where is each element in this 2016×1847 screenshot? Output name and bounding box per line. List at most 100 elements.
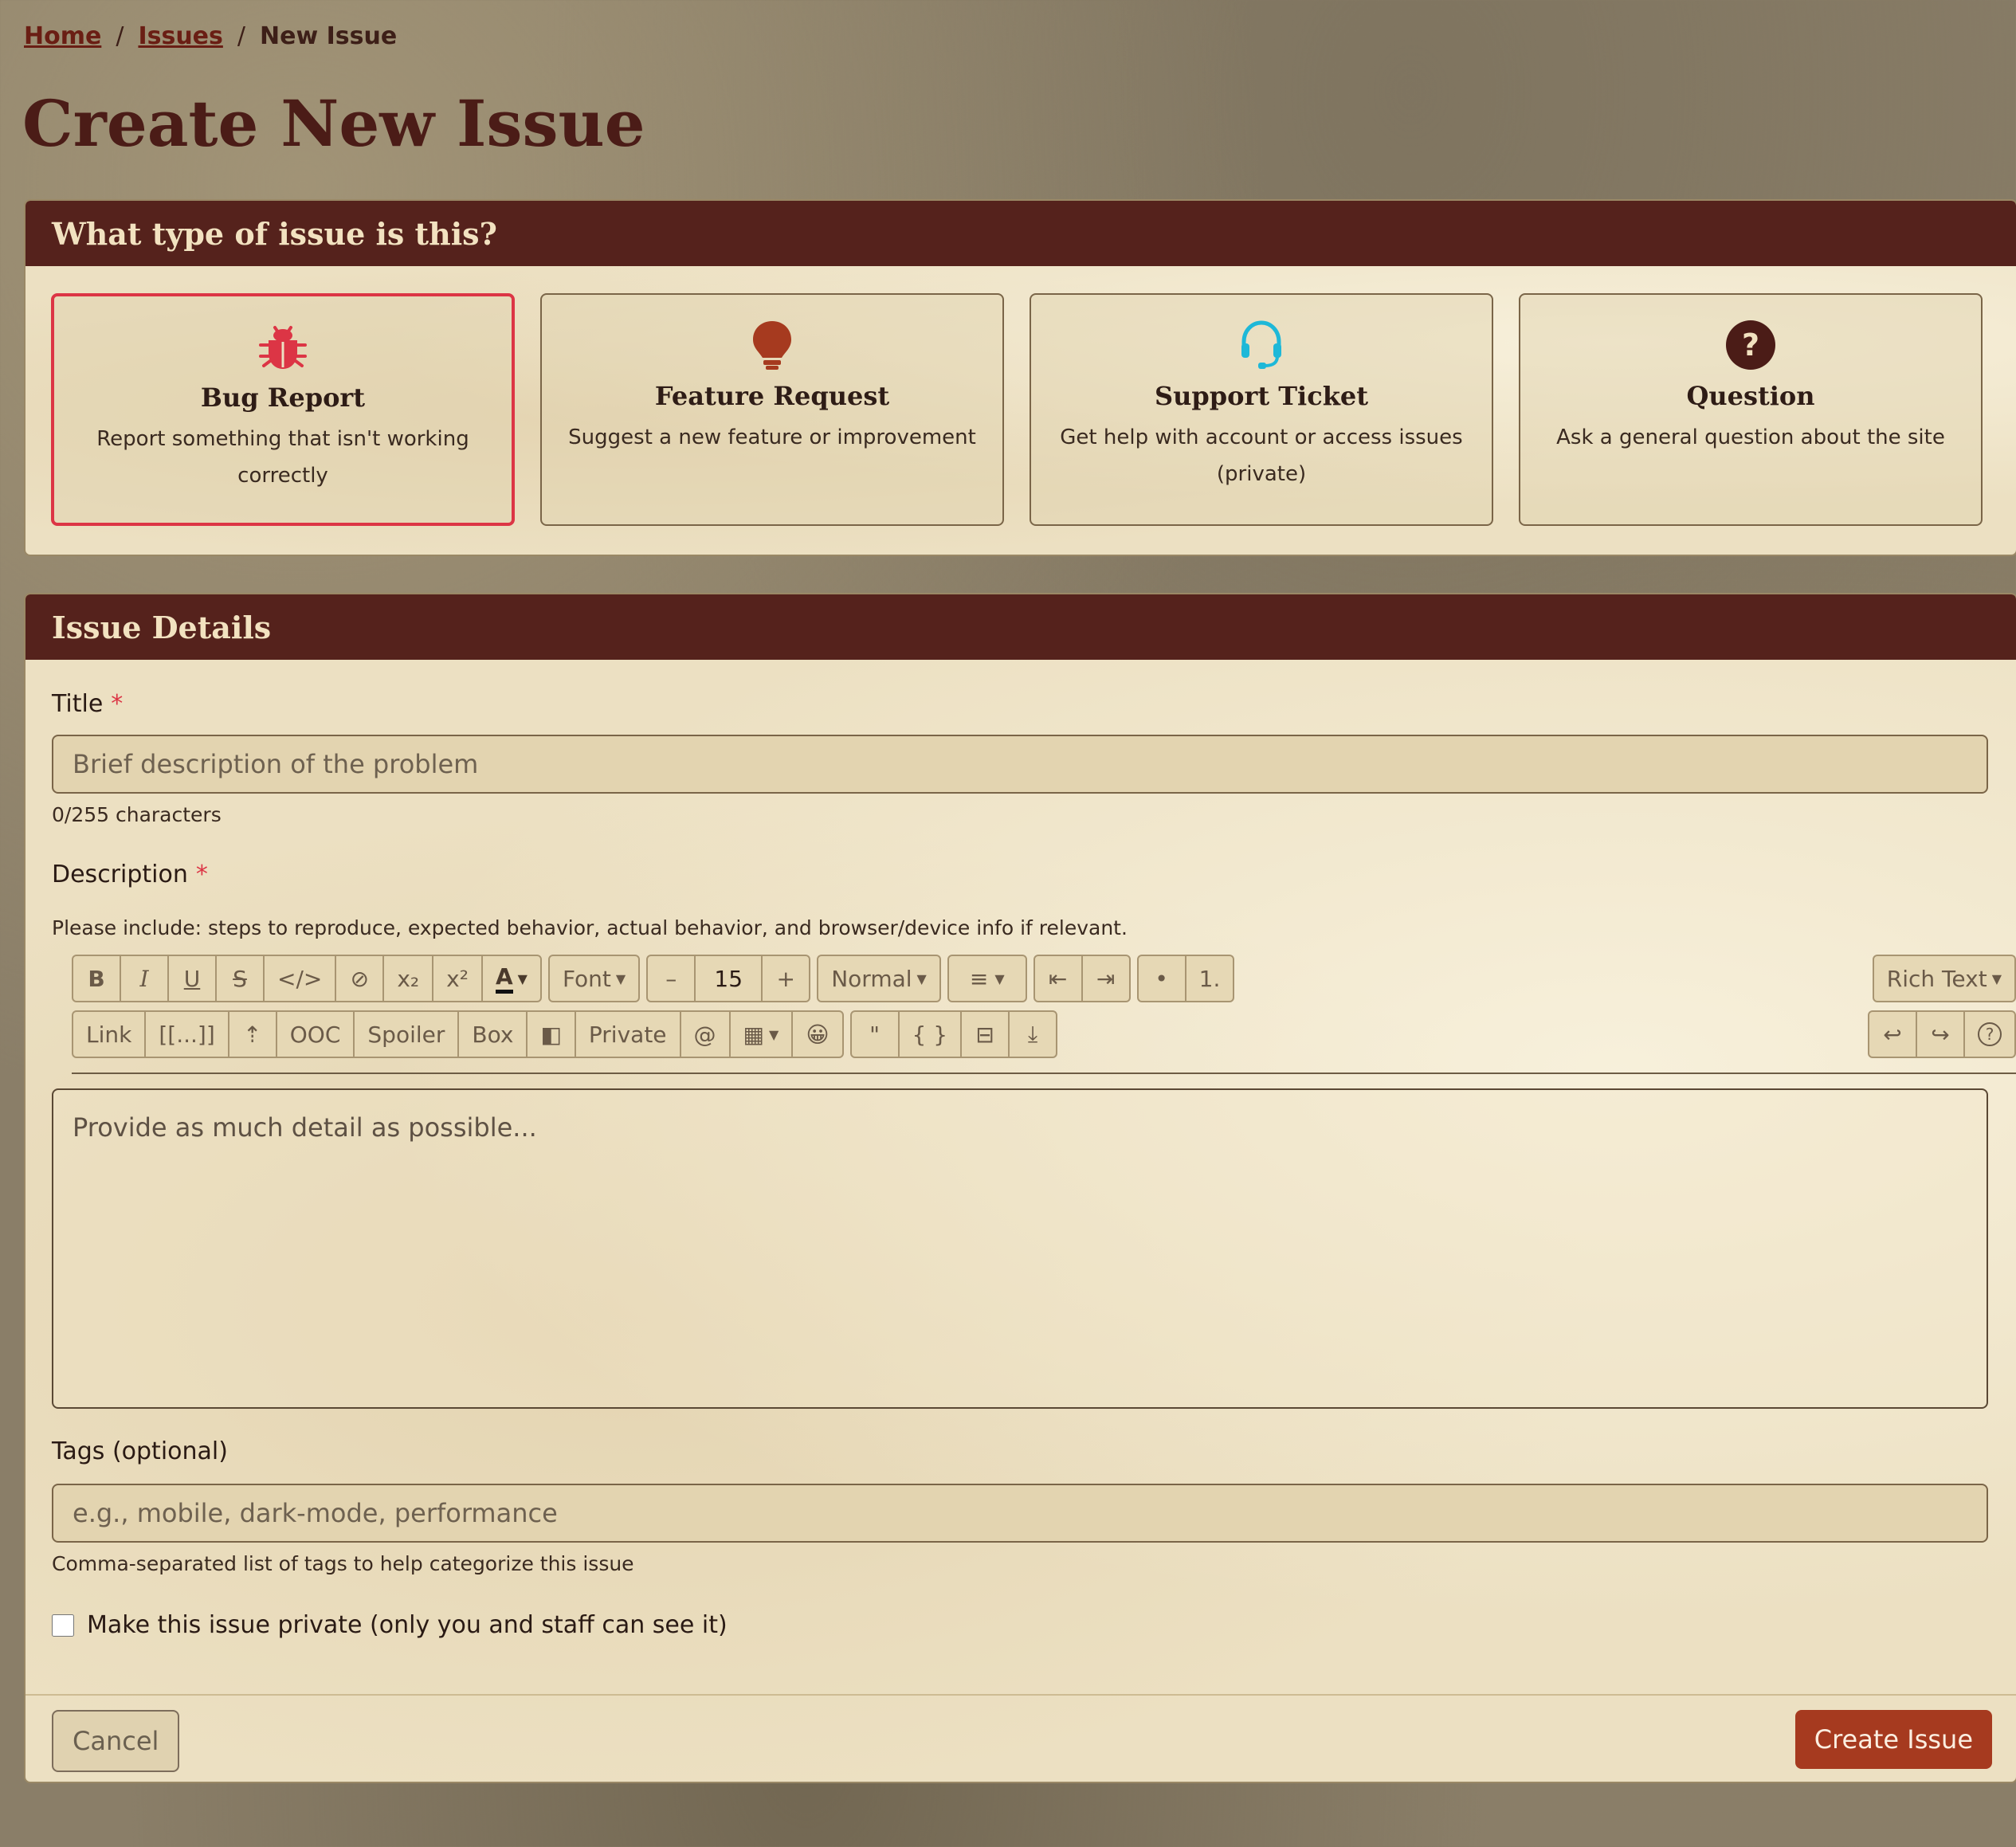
table-icon: ▦ — [743, 1021, 764, 1048]
issue-type-bug-report[interactable]: Bug Report Report something that isn't w… — [51, 293, 515, 526]
cancel-button[interactable]: Cancel — [52, 1710, 180, 1772]
box-button[interactable]: Box — [459, 1012, 528, 1057]
font-dropdown[interactable]: Font ▼ — [550, 956, 638, 1001]
code-block-button[interactable]: { } — [900, 1012, 963, 1057]
bug-icon — [259, 320, 307, 373]
quote-button[interactable]: " — [852, 1012, 900, 1057]
column-icon: ◧ — [540, 1021, 562, 1048]
tags-input[interactable] — [52, 1484, 1988, 1543]
footer-divider — [25, 1694, 2016, 1696]
mode-group: Rich Text ▼ — [1872, 955, 2016, 1002]
clear-format-button[interactable]: ⊘ — [336, 956, 385, 1001]
underline-button[interactable]: U — [169, 956, 217, 1001]
breadcrumb-separator: / — [116, 22, 124, 50]
svg-text:?: ? — [1742, 327, 1759, 363]
mention-button[interactable]: @ — [681, 1012, 731, 1057]
issue-details-panel: Issue Details Title * 0/255 characters De… — [24, 593, 2016, 1783]
numbered-list-button[interactable]: 1. — [1186, 956, 1234, 1001]
strikethrough-button[interactable]: S — [217, 956, 265, 1001]
redo-button[interactable]: ↪ — [1917, 1012, 1965, 1057]
title-label-text: Title — [52, 690, 104, 718]
caret-down-icon: ▼ — [615, 971, 626, 986]
editor-mode-label: Rich Text — [1886, 965, 1987, 992]
table-dropdown[interactable]: ▦ ▼ — [731, 1012, 794, 1057]
indent-group: ⇤ ⇥ — [1033, 955, 1131, 1002]
text-color-button[interactable]: A ▼ — [483, 956, 540, 1001]
superscript-button[interactable]: x² — [433, 956, 483, 1001]
heading-group: Normal ▼ — [817, 955, 941, 1002]
help-button[interactable]: ? — [1965, 1012, 2014, 1057]
undo-button[interactable]: ↩ — [1869, 1012, 1917, 1057]
private-checkbox[interactable] — [52, 1614, 74, 1637]
toolbar-row-2: Link [[...]] ⇡ OOC Spoiler Box ◧ Private… — [72, 1010, 1058, 1058]
bold-button[interactable]: B — [73, 956, 121, 1001]
toolbar-row-1: B I U S </> ⊘ x₂ x² A ▼ Font ▼ – 15 + No… — [72, 955, 1235, 1002]
issue-type-support-ticket[interactable]: Support Ticket Get help with account or … — [1030, 293, 1493, 526]
emoji-button[interactable]: 😀 — [793, 1012, 841, 1057]
issue-type-feature-request[interactable]: Feature Request Suggest a new feature or… — [540, 293, 1004, 526]
description-label: Description * — [52, 861, 208, 888]
font-size-value[interactable]: 15 — [696, 956, 763, 1001]
wiki-link-button[interactable]: [[...]] — [146, 1012, 229, 1057]
create-issue-button[interactable]: Create Issue — [1794, 1710, 1992, 1769]
private-option: Make this issue private (only you and st… — [52, 1611, 728, 1639]
size-group: – 15 + — [646, 955, 811, 1002]
title-char-counter: 0/255 characters — [52, 803, 222, 826]
title-input[interactable] — [52, 735, 1988, 794]
issue-type-desc: Suggest a new feature or improvement — [568, 425, 976, 449]
link-button[interactable]: Link — [73, 1012, 147, 1057]
bullet-list-button[interactable]: • — [1139, 956, 1186, 1001]
issue-details-header: Issue Details — [25, 594, 2016, 660]
private-checkbox-label: Make this issue private (only you and st… — [87, 1611, 728, 1639]
question-circle-icon: ? — [1725, 319, 1776, 371]
issue-type-name: Question — [1686, 381, 1815, 411]
breadcrumb-current: New Issue — [259, 22, 398, 50]
breadcrumb-home-link[interactable]: Home — [24, 22, 101, 50]
upload-button[interactable]: ⇡ — [229, 1012, 277, 1057]
page-title: Create New Issue — [22, 86, 645, 161]
heading-dropdown-label: Normal — [831, 965, 912, 992]
format-group: B I U S </> ⊘ x₂ x² A ▼ — [72, 955, 542, 1002]
block-group: " { } ⊟ ⤓ — [849, 1010, 1058, 1058]
subscript-button[interactable]: x₂ — [384, 956, 434, 1001]
breadcrumb-separator: / — [237, 22, 245, 50]
caret-down-icon: ▼ — [916, 971, 927, 986]
outdent-button[interactable]: ⇤ — [1035, 956, 1083, 1001]
issue-type-desc: Ask a general question about the site — [1556, 425, 1945, 449]
increase-size-button[interactable]: + — [763, 956, 809, 1001]
list-group: • 1. — [1136, 955, 1235, 1002]
private-button[interactable]: Private — [576, 1012, 681, 1057]
align-left-icon: ≡ — [969, 965, 989, 992]
toolbar-divider — [72, 1073, 2016, 1074]
horizontal-rule-icon: ⊟ — [975, 1021, 994, 1048]
page-break-button[interactable]: ⤓ — [1010, 1012, 1056, 1057]
ooc-button[interactable]: OOC — [277, 1012, 355, 1057]
required-mark: * — [195, 861, 208, 888]
emoji-icon: 😀 — [806, 1021, 830, 1048]
indent-icon: ⇥ — [1096, 965, 1116, 992]
outdent-icon: ⇤ — [1048, 965, 1068, 992]
issue-type-question[interactable]: ? Question Ask a general question about … — [1519, 293, 1983, 526]
align-dropdown[interactable]: ≡ ▼ — [949, 956, 1026, 1001]
issue-type-name: Support Ticket — [1154, 381, 1368, 411]
editor-mode-dropdown[interactable]: Rich Text ▼ — [1874, 956, 2014, 1001]
breadcrumb: Home / Issues / New Issue — [24, 22, 397, 50]
heading-dropdown[interactable]: Normal ▼ — [818, 956, 939, 1001]
indent-button[interactable]: ⇥ — [1083, 956, 1129, 1001]
insert-group: Link [[...]] ⇡ OOC Spoiler Box ◧ Private… — [72, 1010, 844, 1058]
breadcrumb-issues-link[interactable]: Issues — [138, 22, 222, 50]
inline-code-button[interactable]: </> — [265, 956, 337, 1001]
caret-down-icon: ▼ — [517, 971, 528, 986]
lightbulb-icon — [751, 319, 793, 371]
caret-down-icon: ▼ — [769, 1026, 779, 1042]
spoiler-button[interactable]: Spoiler — [355, 1012, 460, 1057]
decrease-size-button[interactable]: – — [648, 956, 696, 1001]
tags-help: Comma-separated list of tags to help cat… — [52, 1552, 634, 1575]
description-editor[interactable]: Provide as much detail as possible... — [52, 1088, 1988, 1409]
horizontal-rule-button[interactable]: ⊟ — [962, 1012, 1010, 1057]
tags-label: Tags (optional) — [52, 1437, 228, 1465]
issue-type-desc: Report something that isn't working corr… — [96, 427, 469, 488]
description-help: Please include: steps to reproduce, expe… — [52, 916, 1128, 939]
column-button[interactable]: ◧ — [528, 1012, 576, 1057]
italic-button[interactable]: I — [121, 956, 169, 1001]
